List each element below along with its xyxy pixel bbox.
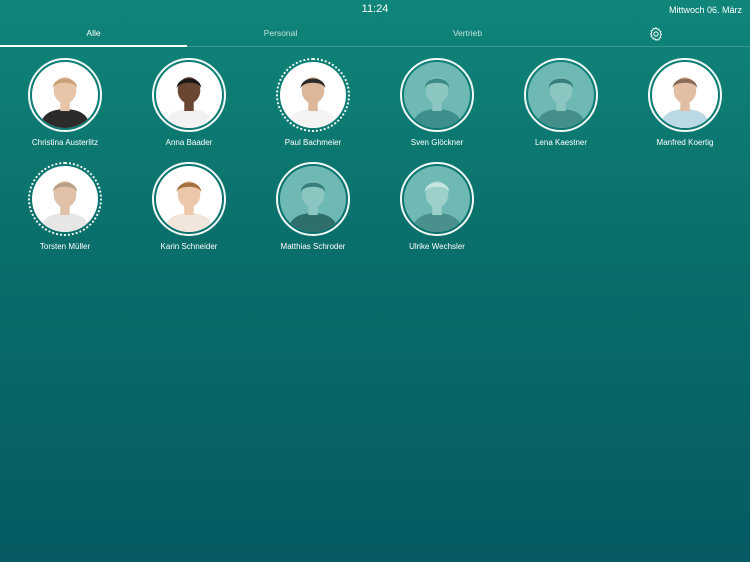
- avatar-ring: [648, 58, 722, 132]
- avatar: [32, 62, 98, 128]
- avatar-ring: [28, 58, 102, 132]
- avatar: [280, 166, 346, 232]
- person-card[interactable]: Anna Baader: [127, 58, 251, 147]
- avatar: [404, 62, 470, 128]
- avatar-ring: [28, 162, 102, 236]
- person-name: Ulrike Wechsler: [409, 242, 465, 251]
- status-bar: 11:24 Mittwoch 06. März: [0, 0, 750, 20]
- tab-bar: Alle Personal Vertrieb: [0, 22, 750, 47]
- avatar-ring: [152, 58, 226, 132]
- person-card[interactable]: Torsten Müller: [3, 162, 127, 251]
- date-display: Mittwoch 06. März: [668, 5, 742, 15]
- avatar: [404, 166, 470, 232]
- person-name: Matthias Schroder: [280, 242, 346, 251]
- gear-icon[interactable]: [648, 26, 664, 42]
- person-name: Karin Schneider: [160, 242, 218, 251]
- avatar-ring: [524, 58, 598, 132]
- person-name: Anna Baader: [165, 138, 213, 147]
- person-card[interactable]: Manfred Koertig: [623, 58, 747, 147]
- avatar-ring: [152, 162, 226, 236]
- avatar: [280, 62, 346, 128]
- person-name: Lena Kaestner: [534, 138, 588, 147]
- person-card[interactable]: Matthias Schroder: [251, 162, 375, 251]
- person-card[interactable]: Ulrike Wechsler: [375, 162, 499, 251]
- tab-alle[interactable]: Alle: [0, 22, 187, 47]
- avatar-ring: [276, 162, 350, 236]
- avatar: [32, 166, 98, 232]
- tab-vertrieb[interactable]: Vertrieb: [374, 22, 561, 46]
- person-name: Manfred Koertig: [656, 138, 714, 147]
- person-name: Paul Bachmeier: [284, 138, 342, 147]
- clock: 11:24: [361, 3, 389, 15]
- person-card[interactable]: Sven Glöckner: [375, 58, 499, 147]
- person-card[interactable]: Christina Austerlitz: [3, 58, 127, 147]
- avatar: [156, 166, 222, 232]
- person-card[interactable]: Paul Bachmeier: [251, 58, 375, 147]
- person-card[interactable]: Lena Kaestner: [499, 58, 623, 147]
- tab-personal[interactable]: Personal: [187, 22, 374, 46]
- avatar-ring: [276, 58, 350, 132]
- avatar: [156, 62, 222, 128]
- avatar-ring: [400, 162, 474, 236]
- person-name: Torsten Müller: [39, 242, 91, 251]
- person-name: Sven Glöckner: [410, 138, 464, 147]
- avatar-ring: [400, 58, 474, 132]
- avatar: [528, 62, 594, 128]
- person-name: Christina Austerlitz: [31, 138, 99, 147]
- person-card[interactable]: Karin Schneider: [127, 162, 251, 251]
- avatar: [652, 62, 718, 128]
